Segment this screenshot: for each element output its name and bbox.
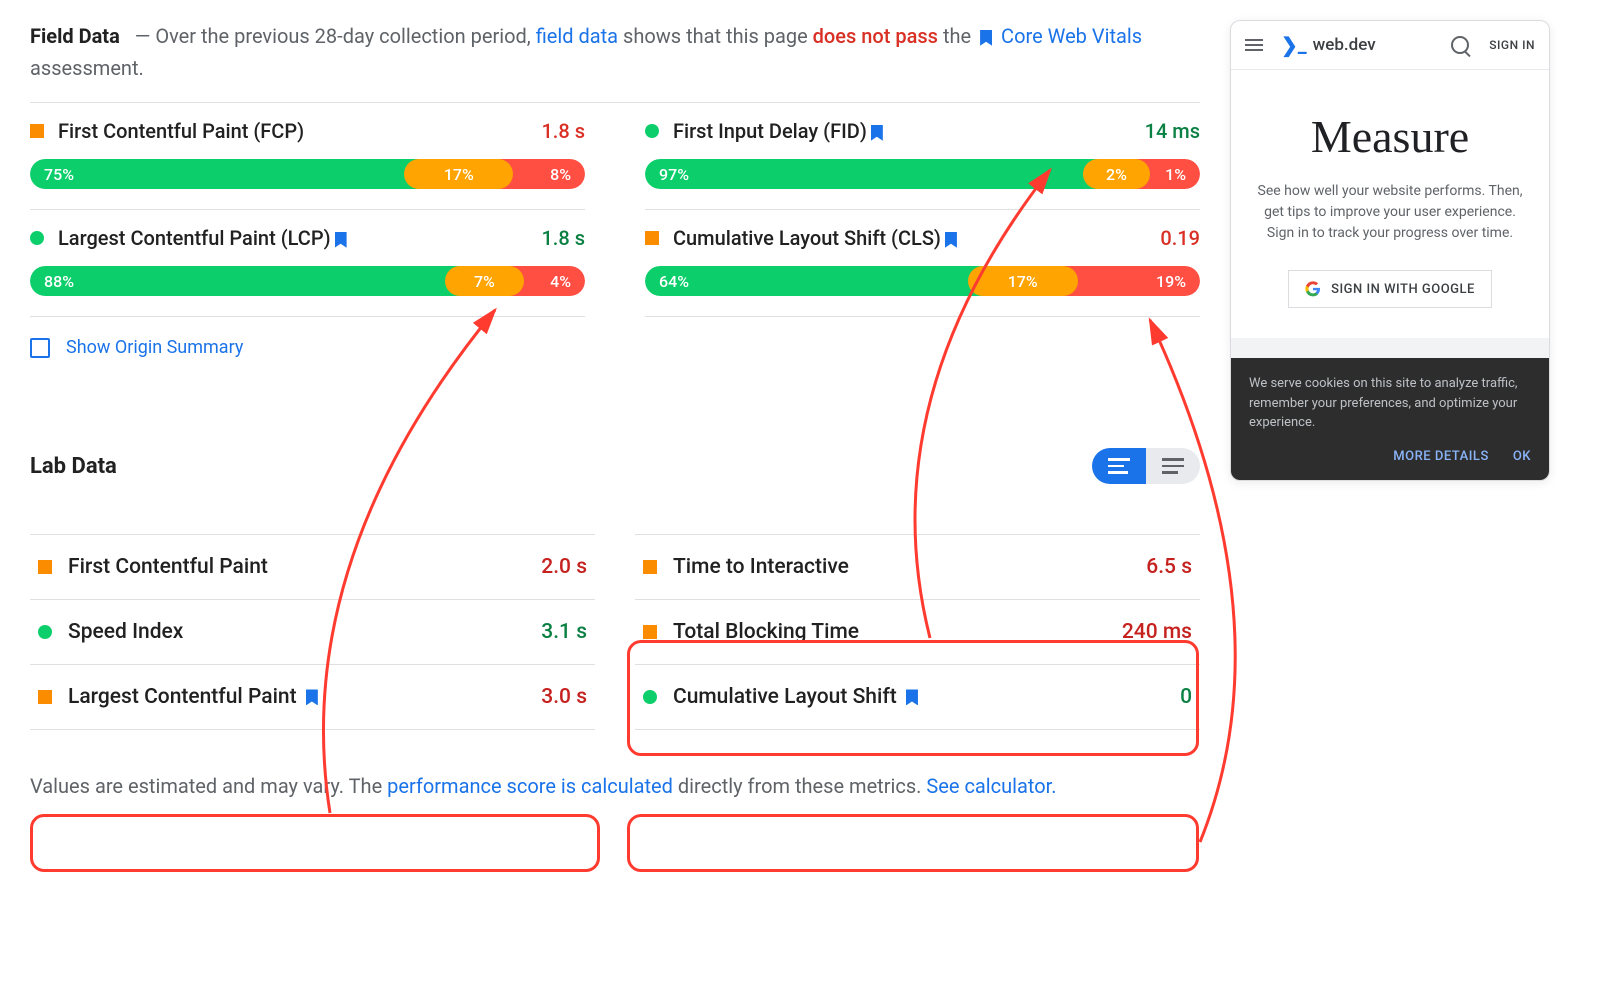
lab-metric-name: Cumulative Layout Shift [673, 685, 1164, 709]
bookmark-icon [306, 689, 318, 705]
bookmark-icon [871, 125, 883, 141]
lab-metric-value: 6.5 s [1146, 555, 1192, 579]
metric-value: 1.8 s [541, 119, 585, 143]
lab-metrics-grid: First Contentful Paint 2.0 s Time to Int… [30, 534, 1200, 730]
google-icon [1305, 281, 1321, 297]
good-segment: 97% [645, 159, 1099, 189]
bookmark-icon [335, 232, 347, 248]
good-segment: 64% [645, 266, 984, 296]
field-data-link[interactable]: field data [536, 24, 618, 48]
lab-metric-value: 3.1 s [541, 620, 587, 644]
lab-metric-value: 3.0 s [541, 685, 587, 709]
lab-metric-2: Speed Index 3.1 s [30, 600, 595, 665]
footer-note: Values are estimated and may vary. The p… [30, 770, 1080, 802]
lab-metric-name: Time to Interactive [673, 555, 1130, 579]
lab-metric-value: 2.0 s [541, 555, 587, 579]
lab-metric-name: First Contentful Paint [68, 555, 525, 579]
view-toggle[interactable] [1092, 448, 1200, 484]
highlight-box-lcp [30, 814, 600, 872]
field-metric-1: First Input Delay (FID) 14 ms 97% 2% 1% [645, 103, 1200, 210]
status-dot [38, 625, 52, 639]
field-metric-0: First Contentful Paint (FCP) 1.8 s 75% 1… [30, 103, 585, 210]
status-dot [38, 690, 52, 704]
measure-heading: Measure [1255, 110, 1525, 163]
status-dot [30, 124, 44, 138]
lab-metric-name: Largest Contentful Paint [68, 685, 525, 709]
ok-button[interactable]: OK [1513, 447, 1531, 467]
lab-metric-4: Largest Contentful Paint 3.0 s [30, 665, 595, 730]
status-dot [30, 231, 44, 245]
field-metrics-grid: First Contentful Paint (FCP) 1.8 s 75% 1… [30, 102, 1200, 317]
metric-value: 14 ms [1145, 119, 1200, 143]
needs-improvement-segment: 17% [968, 266, 1078, 296]
webdev-logo[interactable]: ❯_ web.dev [1281, 33, 1441, 57]
sign-in-button[interactable]: SIGN IN [1489, 38, 1535, 52]
lab-metric-3: Total Blocking Time 240 ms [635, 600, 1200, 665]
perf-score-link[interactable]: performance score is calculated [387, 774, 673, 798]
status-dot [645, 231, 659, 245]
sign-in-google-button[interactable]: SIGN IN WITH GOOGLE [1288, 270, 1492, 308]
lab-metric-value: 0 [1180, 685, 1192, 709]
distribution-bar: 97% 2% 1% [645, 159, 1200, 189]
metric-value: 1.8 s [541, 226, 585, 250]
good-segment: 75% [30, 159, 420, 189]
core-web-vitals-link[interactable]: Core Web Vitals [1001, 24, 1142, 48]
distribution-bar: 88% 7% 4% [30, 266, 585, 296]
device-preview: ❯_ web.dev SIGN IN Measure See how well … [1230, 20, 1550, 481]
field-metric-2: Largest Contentful Paint (LCP) 1.8 s 88%… [30, 210, 585, 317]
more-details-button[interactable]: MORE DETAILS [1393, 447, 1489, 467]
origin-checkbox[interactable] [30, 338, 50, 358]
hamburger-icon[interactable] [1245, 39, 1263, 51]
metric-name: Cumulative Layout Shift (CLS) [673, 226, 1146, 250]
distribution-bar: 75% 17% 8% [30, 159, 585, 189]
needs-improvement-segment: 7% [445, 266, 524, 296]
status-dot [643, 560, 657, 574]
lab-metric-5: Cumulative Layout Shift 0 [635, 665, 1200, 730]
status-dot [38, 560, 52, 574]
lab-metric-0: First Contentful Paint 2.0 s [30, 534, 595, 600]
bookmark-icon [980, 30, 992, 46]
lab-metric-1: Time to Interactive 6.5 s [635, 534, 1200, 600]
field-metric-3: Cumulative Layout Shift (CLS) 0.19 64% 1… [645, 210, 1200, 317]
bookmark-icon [906, 689, 918, 705]
cookie-banner: We serve cookies on this site to analyze… [1231, 358, 1549, 480]
good-segment: 88% [30, 266, 461, 296]
see-calculator-link[interactable]: See calculator. [926, 774, 1056, 798]
lab-metric-name: Total Blocking Time [673, 620, 1106, 644]
measure-description: See how well your website performs. Then… [1255, 181, 1525, 244]
origin-label: Show Origin Summary [66, 337, 243, 358]
metric-name: Largest Contentful Paint (LCP) [58, 226, 527, 250]
status-dot [643, 690, 657, 704]
metric-name: First Input Delay (FID) [673, 119, 1131, 143]
needs-improvement-segment: 17% [404, 159, 513, 189]
needs-improvement-segment: 2% [1083, 159, 1150, 189]
toggle-list-view[interactable] [1146, 448, 1200, 484]
status-dot [645, 124, 659, 138]
bookmark-icon [945, 232, 957, 248]
logo-chevron-icon: ❯_ [1281, 33, 1307, 57]
metric-name: First Contentful Paint (FCP) [58, 119, 527, 143]
does-not-pass-text: does not pass [813, 24, 938, 48]
lab-metric-name: Speed Index [68, 620, 525, 644]
poor-segment: 19% [1062, 266, 1200, 296]
toggle-detail-view[interactable] [1092, 448, 1146, 484]
lab-data-title: Lab Data [30, 454, 117, 479]
highlight-box-cls [627, 814, 1199, 872]
status-dot [643, 625, 657, 639]
field-data-summary: Field Data — Over the previous 28-day co… [30, 20, 1200, 84]
field-data-title: Field Data [30, 24, 120, 48]
show-origin-summary-row[interactable]: Show Origin Summary [30, 317, 1200, 378]
search-icon[interactable] [1451, 36, 1469, 54]
metric-value: 0.19 [1160, 226, 1200, 250]
lab-metric-value: 240 ms [1122, 620, 1192, 644]
distribution-bar: 64% 17% 19% [645, 266, 1200, 296]
